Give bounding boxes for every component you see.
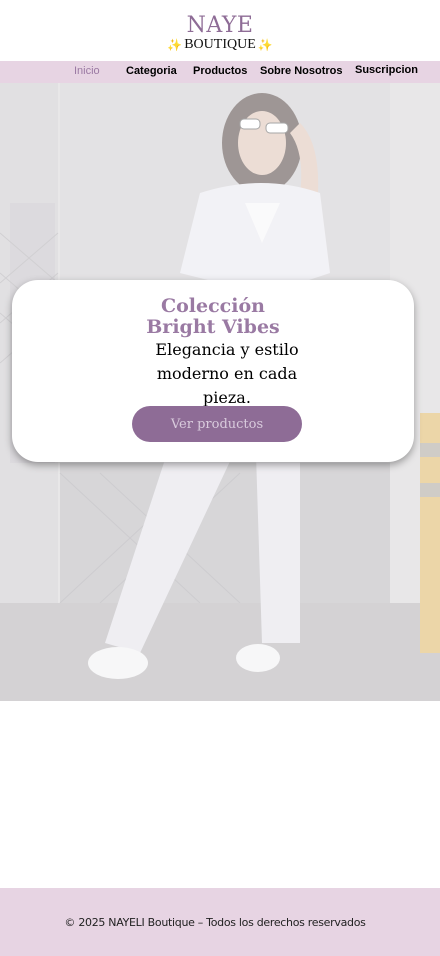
nav-item-sobre-nosotros[interactable]: Sobre Nosotros — [260, 65, 343, 77]
nav-item-productos[interactable]: Productos — [193, 65, 247, 77]
collection-title-line1: Colección — [161, 295, 265, 317]
brand-subtitle-row: ✨ BOUTIQUE ✨ — [167, 37, 272, 53]
brand-name[interactable]: NAYE — [187, 14, 254, 37]
nav-item-categoria[interactable]: Categoria — [126, 65, 177, 77]
view-products-button[interactable]: Ver productos — [132, 406, 302, 442]
sparkle-icon: ✨ — [257, 37, 273, 52]
collection-title: Colección Bright Vibes — [12, 296, 414, 338]
collection-tagline: Elegancia y estilo moderno en cada pieza… — [155, 340, 299, 407]
nav-item-inicio[interactable]: Inicio — [74, 65, 100, 77]
hero-card: Colección Bright Vibes Elegancia y estil… — [12, 280, 414, 462]
nav-item-suscripcion[interactable]: Suscripcion — [355, 64, 418, 76]
main-nav: Inicio Categoria Productos Sobre Nosotro… — [0, 61, 440, 83]
page: NAYE ✨ BOUTIQUE ✨ Inicio Categoria Produ… — [0, 0, 440, 956]
brand-subtitle: BOUTIQUE — [184, 36, 256, 52]
sparkle-icon: ✨ — [167, 37, 183, 52]
collection-title-line2: Bright Vibes — [146, 316, 280, 338]
site-footer: © 2025 NAYELI Boutique – Todos los derec… — [0, 888, 440, 956]
footer-copyright: © 2025 NAYELI Boutique – Todos los derec… — [64, 915, 366, 929]
site-header: NAYE ✨ BOUTIQUE ✨ — [0, 0, 440, 61]
